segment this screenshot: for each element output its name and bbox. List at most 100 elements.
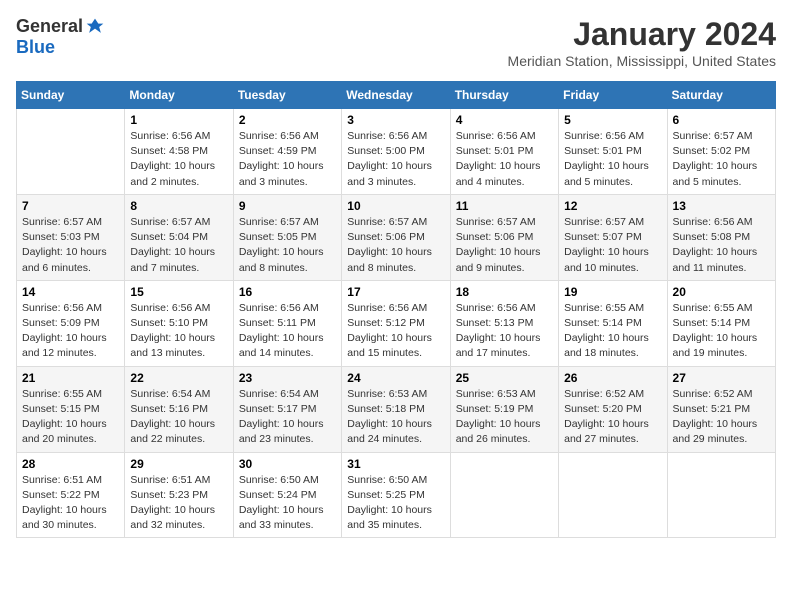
day-info: Sunrise: 6:57 AM Sunset: 5:02 PM Dayligh… xyxy=(673,129,770,190)
calendar-header-friday: Friday xyxy=(559,82,667,109)
calendar-cell: 9Sunrise: 6:57 AM Sunset: 5:05 PM Daylig… xyxy=(233,194,341,280)
day-number: 2 xyxy=(239,113,336,127)
day-number: 1 xyxy=(130,113,227,127)
day-number: 26 xyxy=(564,371,661,385)
logo-icon xyxy=(85,17,105,37)
calendar-cell: 29 Sunrise: 6:51 AM Sunset: 5:23 PM Dayli… xyxy=(125,452,233,538)
day-info: Sunrise: 6:56 AM Sunset: 5:01 PM Dayligh… xyxy=(456,129,553,190)
calendar-cell: 13 Sunrise: 6:56 AM Sunset: 5:08 PM Dayli… xyxy=(667,194,775,280)
logo-general-text: General xyxy=(16,16,83,37)
day-info: Sunrise: 6:55 AM Sunset: 5:15 PM Dayligh… xyxy=(22,387,119,448)
day-number: 21 xyxy=(22,371,119,385)
logo: General Blue xyxy=(16,16,105,58)
day-info: Sunrise: 6:57 AM Sunset: 5:03 PM Dayligh… xyxy=(22,215,119,276)
title-area: January 2024 Meridian Station, Mississip… xyxy=(508,16,776,69)
day-number: 5 xyxy=(564,113,661,127)
day-info: Sunrise: 6:56 AM Sunset: 5:12 PM Dayligh… xyxy=(347,301,444,362)
day-info: Sunrise: 6:56 AM Sunset: 5:00 PM Dayligh… xyxy=(347,129,444,190)
calendar-table: SundayMondayTuesdayWednesdayThursdayFrid… xyxy=(16,81,776,538)
day-number: 7 xyxy=(22,199,119,213)
calendar-cell: 4 Sunrise: 6:56 AM Sunset: 5:01 PM Daylig… xyxy=(450,109,558,195)
day-number: 16 xyxy=(239,285,336,299)
day-number: 4 xyxy=(456,113,553,127)
day-number: 13 xyxy=(673,199,770,213)
calendar-cell: 19 Sunrise: 6:55 AM Sunset: 5:14 PM Dayli… xyxy=(559,280,667,366)
main-title: January 2024 xyxy=(508,16,776,53)
day-info: Sunrise: 6:57 AM Sunset: 5:05 PM Dayligh… xyxy=(239,215,336,276)
day-info: Sunrise: 6:55 AM Sunset: 5:14 PM Dayligh… xyxy=(673,301,770,362)
day-info: Sunrise: 6:56 AM Sunset: 4:59 PM Dayligh… xyxy=(239,129,336,190)
day-info: Sunrise: 6:51 AM Sunset: 5:22 PM Dayligh… xyxy=(22,473,119,534)
day-number: 19 xyxy=(564,285,661,299)
day-number: 12 xyxy=(564,199,661,213)
header: General Blue January 2024 Meridian Stati… xyxy=(16,16,776,69)
day-number: 14 xyxy=(22,285,119,299)
day-number: 6 xyxy=(673,113,770,127)
day-number: 18 xyxy=(456,285,553,299)
calendar-week-3: 14 Sunrise: 6:56 AM Sunset: 5:09 PM Dayli… xyxy=(17,280,776,366)
day-number: 29 xyxy=(130,457,227,471)
day-info: Sunrise: 6:56 AM Sunset: 5:08 PM Dayligh… xyxy=(673,215,770,276)
calendar-header-saturday: Saturday xyxy=(667,82,775,109)
calendar-cell: 23 Sunrise: 6:54 AM Sunset: 5:17 PM Dayli… xyxy=(233,366,341,452)
calendar-cell: 20 Sunrise: 6:55 AM Sunset: 5:14 PM Dayli… xyxy=(667,280,775,366)
day-info: Sunrise: 6:56 AM Sunset: 5:13 PM Dayligh… xyxy=(456,301,553,362)
day-info: Sunrise: 6:52 AM Sunset: 5:20 PM Dayligh… xyxy=(564,387,661,448)
day-info: Sunrise: 6:50 AM Sunset: 5:25 PM Dayligh… xyxy=(347,473,444,534)
day-info: Sunrise: 6:56 AM Sunset: 5:09 PM Dayligh… xyxy=(22,301,119,362)
day-info: Sunrise: 6:55 AM Sunset: 5:14 PM Dayligh… xyxy=(564,301,661,362)
day-info: Sunrise: 6:53 AM Sunset: 5:18 PM Dayligh… xyxy=(347,387,444,448)
calendar-cell: 8Sunrise: 6:57 AM Sunset: 5:04 PM Daylig… xyxy=(125,194,233,280)
calendar-cell xyxy=(17,109,125,195)
day-info: Sunrise: 6:56 AM Sunset: 5:11 PM Dayligh… xyxy=(239,301,336,362)
day-number: 23 xyxy=(239,371,336,385)
calendar-header-row: SundayMondayTuesdayWednesdayThursdayFrid… xyxy=(17,82,776,109)
day-number: 24 xyxy=(347,371,444,385)
day-info: Sunrise: 6:56 AM Sunset: 5:10 PM Dayligh… xyxy=(130,301,227,362)
calendar-cell: 17 Sunrise: 6:56 AM Sunset: 5:12 PM Dayli… xyxy=(342,280,450,366)
calendar-cell: 21 Sunrise: 6:55 AM Sunset: 5:15 PM Dayli… xyxy=(17,366,125,452)
day-number: 11 xyxy=(456,199,553,213)
calendar-cell: 6 Sunrise: 6:57 AM Sunset: 5:02 PM Daylig… xyxy=(667,109,775,195)
calendar-week-1: 1 Sunrise: 6:56 AM Sunset: 4:58 PM Daylig… xyxy=(17,109,776,195)
calendar-cell: 22 Sunrise: 6:54 AM Sunset: 5:16 PM Dayli… xyxy=(125,366,233,452)
calendar-cell: 1 Sunrise: 6:56 AM Sunset: 4:58 PM Daylig… xyxy=(125,109,233,195)
calendar-cell: 3 Sunrise: 6:56 AM Sunset: 5:00 PM Daylig… xyxy=(342,109,450,195)
calendar-cell: 10Sunrise: 6:57 AM Sunset: 5:06 PM Dayli… xyxy=(342,194,450,280)
day-info: Sunrise: 6:56 AM Sunset: 4:58 PM Dayligh… xyxy=(130,129,227,190)
calendar-cell: 26 Sunrise: 6:52 AM Sunset: 5:20 PM Dayli… xyxy=(559,366,667,452)
calendar-cell: 15 Sunrise: 6:56 AM Sunset: 5:10 PM Dayli… xyxy=(125,280,233,366)
calendar-body: 1 Sunrise: 6:56 AM Sunset: 4:58 PM Daylig… xyxy=(17,109,776,538)
day-number: 15 xyxy=(130,285,227,299)
day-info: Sunrise: 6:57 AM Sunset: 5:07 PM Dayligh… xyxy=(564,215,661,276)
calendar-week-2: 7 Sunrise: 6:57 AM Sunset: 5:03 PM Daylig… xyxy=(17,194,776,280)
calendar-cell: 5Sunrise: 6:56 AM Sunset: 5:01 PM Daylig… xyxy=(559,109,667,195)
calendar-cell: 18 Sunrise: 6:56 AM Sunset: 5:13 PM Dayli… xyxy=(450,280,558,366)
calendar-cell: 27 Sunrise: 6:52 AM Sunset: 5:21 PM Dayli… xyxy=(667,366,775,452)
day-info: Sunrise: 6:54 AM Sunset: 5:17 PM Dayligh… xyxy=(239,387,336,448)
day-info: Sunrise: 6:51 AM Sunset: 5:23 PM Dayligh… xyxy=(130,473,227,534)
logo-blue-text: Blue xyxy=(16,37,55,57)
calendar-cell: 2 Sunrise: 6:56 AM Sunset: 4:59 PM Daylig… xyxy=(233,109,341,195)
day-number: 31 xyxy=(347,457,444,471)
calendar-cell: 16 Sunrise: 6:56 AM Sunset: 5:11 PM Dayli… xyxy=(233,280,341,366)
calendar-cell xyxy=(559,452,667,538)
calendar-header-wednesday: Wednesday xyxy=(342,82,450,109)
day-number: 28 xyxy=(22,457,119,471)
day-number: 22 xyxy=(130,371,227,385)
day-info: Sunrise: 6:52 AM Sunset: 5:21 PM Dayligh… xyxy=(673,387,770,448)
day-number: 3 xyxy=(347,113,444,127)
day-info: Sunrise: 6:50 AM Sunset: 5:24 PM Dayligh… xyxy=(239,473,336,534)
calendar-header-sunday: Sunday xyxy=(17,82,125,109)
day-number: 27 xyxy=(673,371,770,385)
day-number: 17 xyxy=(347,285,444,299)
day-info: Sunrise: 6:54 AM Sunset: 5:16 PM Dayligh… xyxy=(130,387,227,448)
calendar-cell: 7 Sunrise: 6:57 AM Sunset: 5:03 PM Daylig… xyxy=(17,194,125,280)
calendar-cell: 31 Sunrise: 6:50 AM Sunset: 5:25 PM Dayli… xyxy=(342,452,450,538)
day-number: 10 xyxy=(347,199,444,213)
calendar-cell: 14 Sunrise: 6:56 AM Sunset: 5:09 PM Dayli… xyxy=(17,280,125,366)
calendar-header-thursday: Thursday xyxy=(450,82,558,109)
day-number: 25 xyxy=(456,371,553,385)
day-number: 20 xyxy=(673,285,770,299)
calendar-cell: 12 Sunrise: 6:57 AM Sunset: 5:07 PM Dayli… xyxy=(559,194,667,280)
